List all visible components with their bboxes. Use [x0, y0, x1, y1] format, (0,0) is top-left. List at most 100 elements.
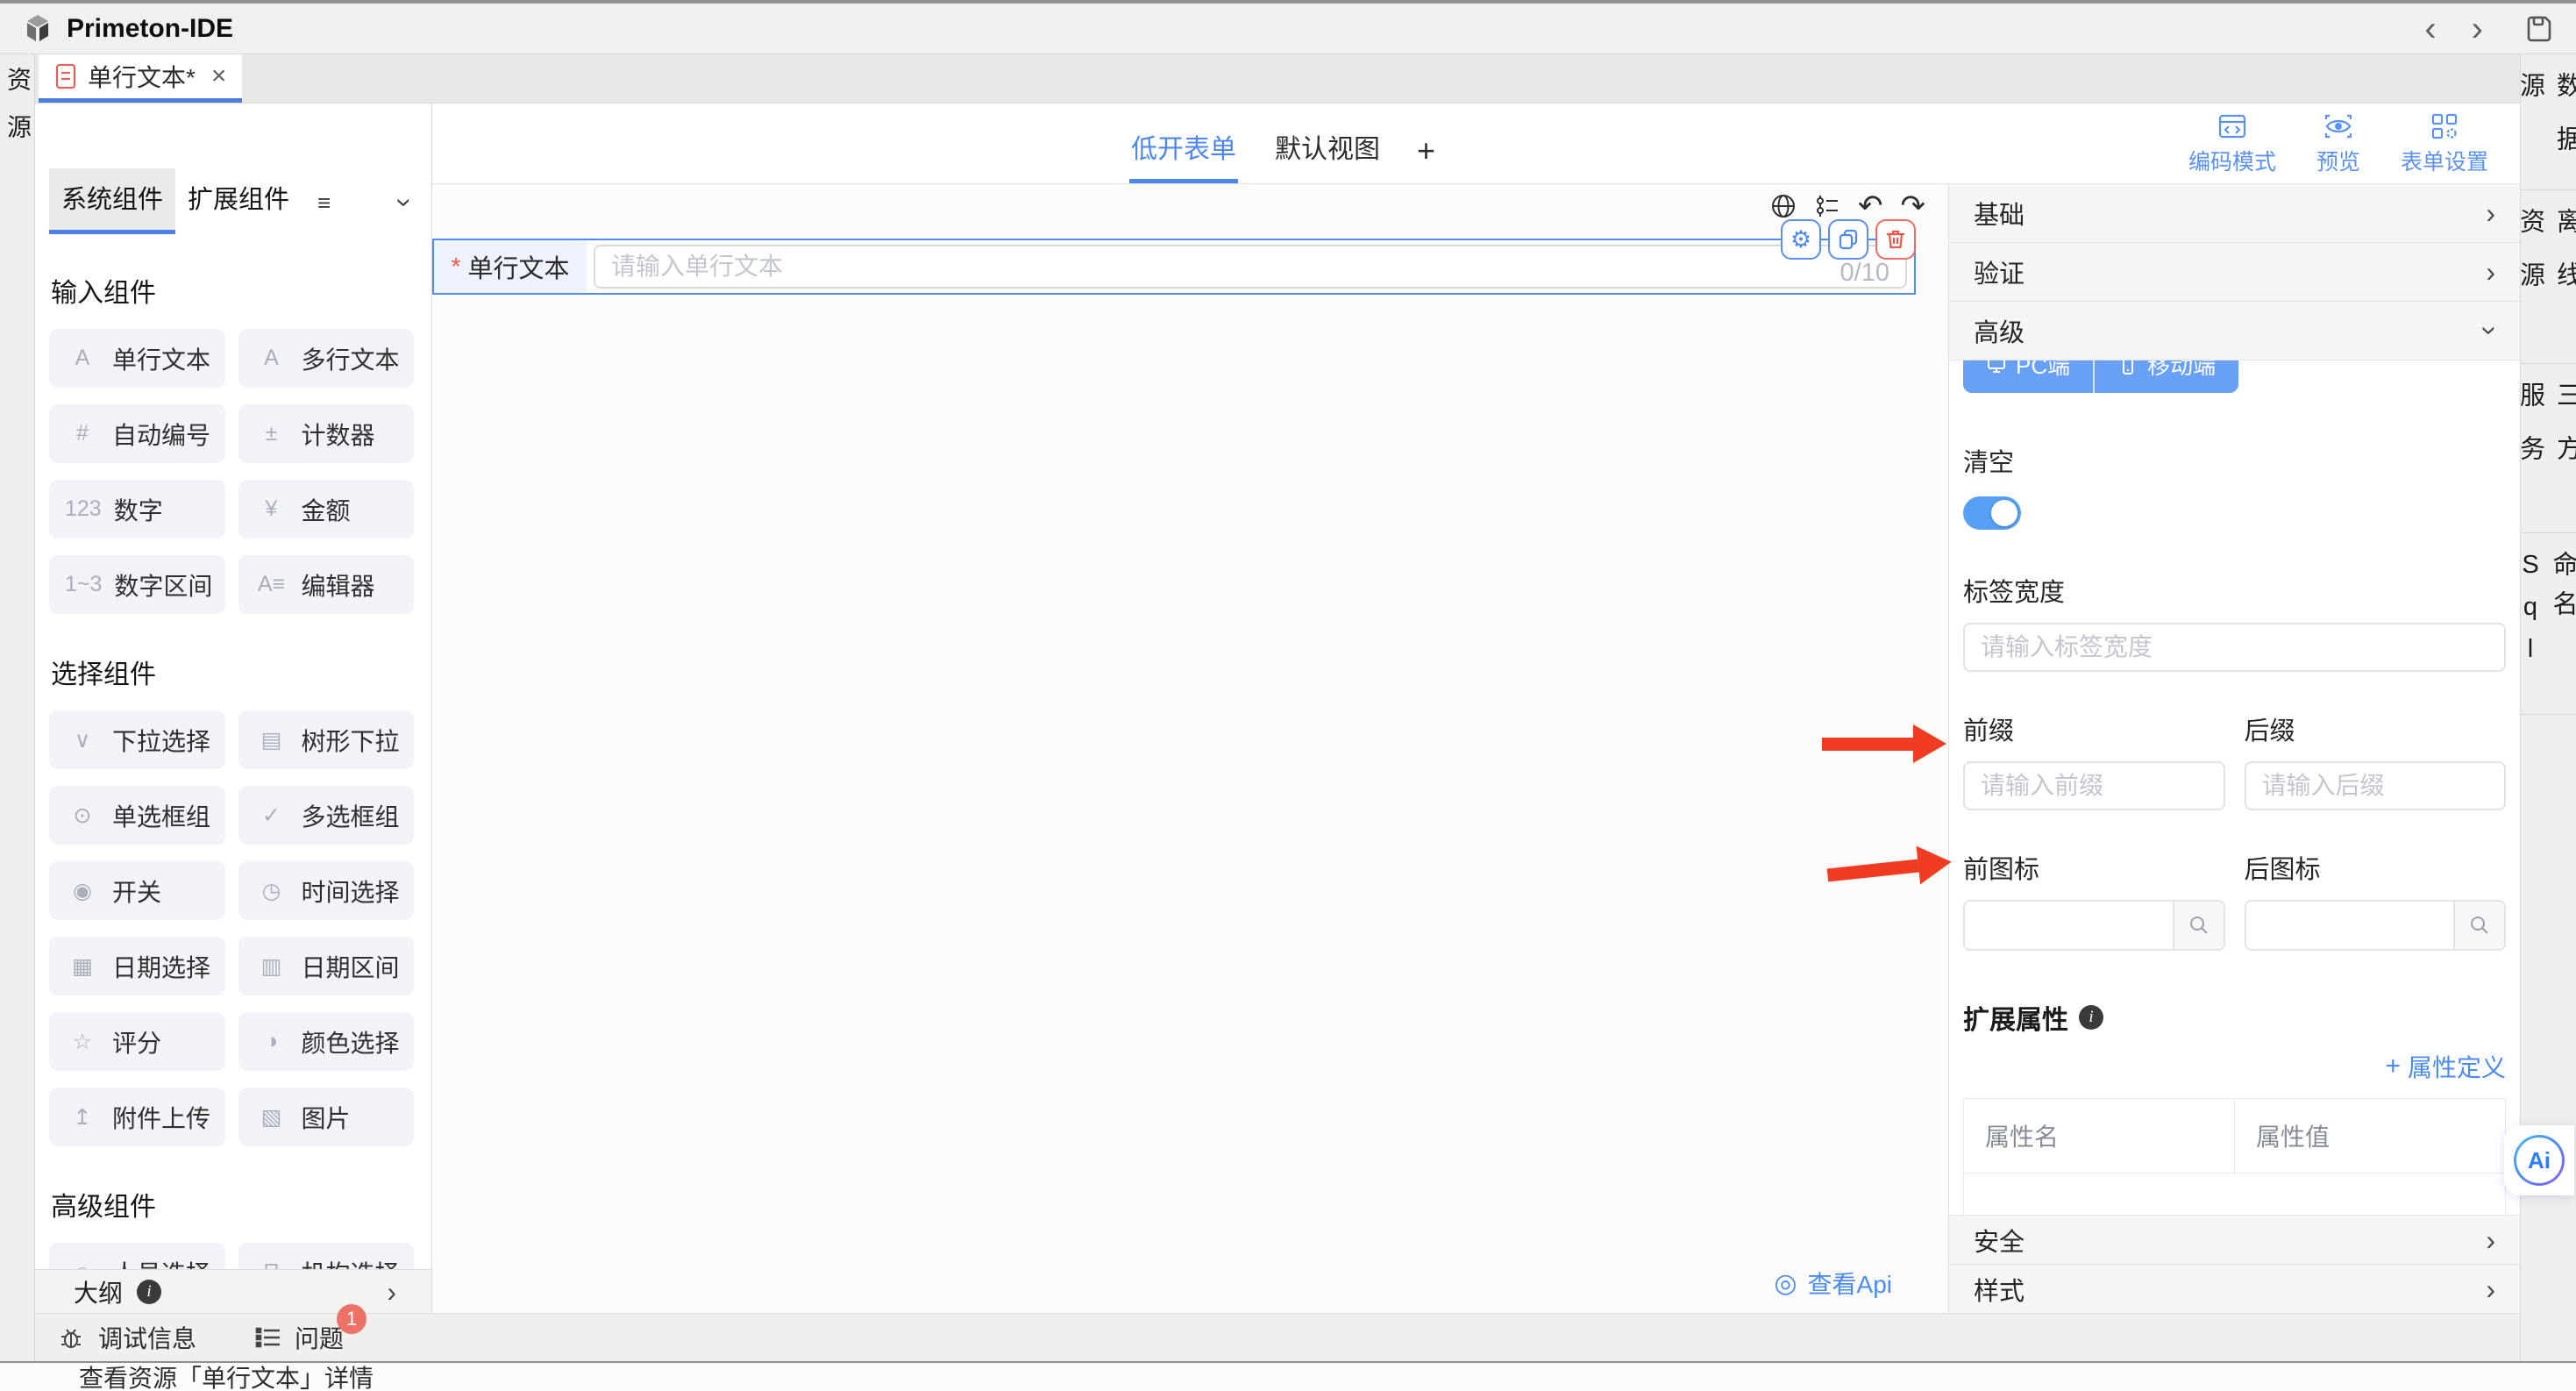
tab-default-view[interactable]: 默认视图 — [1273, 127, 1382, 183]
nav-forward-icon[interactable]: › — [2454, 11, 2501, 46]
component-date-picker[interactable]: ▦日期选择 — [49, 937, 225, 995]
component-number-range[interactable]: 1~3数字区间 — [49, 555, 225, 614]
outline-expand-icon[interactable]: › — [387, 1278, 396, 1306]
form-canvas[interactable]: ↶ ↷ * 单行文本 0/10 — [432, 184, 1948, 1313]
outline-steps-icon[interactable] — [1814, 193, 1840, 219]
i18n-globe-icon[interactable] — [1770, 193, 1797, 219]
icon-pickers-row: 前图标 — [1963, 849, 2506, 951]
redo-icon[interactable]: ↷ — [1901, 191, 1926, 221]
component-list-view-icon[interactable]: ≡ — [317, 189, 331, 217]
tab-system-components[interactable]: 系统组件 — [49, 168, 175, 234]
field-delete-button[interactable] — [1875, 219, 1916, 260]
outline-bar[interactable]: 大纲 i › — [35, 1269, 431, 1313]
front-icon-label: 前图标 — [1963, 849, 2225, 886]
section-basic[interactable]: 基础 › — [1949, 184, 2520, 243]
section-advanced[interactable]: 高级 › — [1949, 302, 2520, 360]
view-api-eye-icon: ◎ — [1774, 1268, 1797, 1299]
component-image[interactable]: ▧图片 — [238, 1088, 415, 1146]
component-date-range[interactable]: ▥日期区间 — [238, 937, 415, 995]
component-person-select[interactable]: ○人员选择 — [49, 1243, 225, 1269]
preview-eye-icon — [2323, 112, 2354, 140]
properties-panel: 基础 › 验证 › 高级 › — [1948, 184, 2520, 1313]
component-number[interactable]: 123数字 — [49, 480, 225, 539]
select-components-grid: ∨下拉选择 ▤树形下拉 ⊙单选框组 ✓多选框组 ◉开关 ◷时间选择 ▦日期选择 … — [49, 710, 414, 1146]
component-radio-group[interactable]: ⊙单选框组 — [49, 786, 225, 845]
back-icon-input[interactable] — [2246, 902, 2454, 949]
issues-button[interactable]: 问题 1 — [254, 1320, 344, 1355]
field-settings-button[interactable]: ⚙ — [1781, 219, 1821, 260]
save-icon[interactable] — [2523, 13, 2555, 45]
front-icon-search-button[interactable] — [2173, 902, 2224, 949]
field-label-cell: * 单行文本 — [434, 240, 587, 293]
component-checkbox-group[interactable]: ✓多选框组 — [238, 786, 415, 845]
app-title: Primeton-IDE — [67, 14, 233, 44]
canvas-header: 低开表单 默认视图 + — [432, 103, 2520, 184]
empty-data-text: 暂无数据 — [1964, 1173, 2506, 1216]
front-icon-input[interactable] — [1965, 902, 2173, 949]
sidebar-item-third-party-services[interactable]: 三方服务 — [2521, 364, 2576, 533]
form-settings-icon — [2430, 112, 2459, 140]
component-time-picker[interactable]: ◷时间选择 — [238, 861, 415, 920]
component-multi-line-text[interactable]: A多行文本 — [238, 329, 415, 388]
ai-assistant-button[interactable]: Ai — [2504, 1125, 2574, 1195]
component-panel: 系统组件 扩展组件 ≡ › 输入组件 A单行文本 A多行文本 #自动编号 ±计数… — [35, 103, 432, 1313]
attr-value-header: 属性值 — [2235, 1099, 2506, 1173]
tab-extension-components[interactable]: 扩展组件 — [175, 168, 302, 234]
component-rating[interactable]: ☆评分 — [49, 1012, 225, 1071]
add-view-button[interactable]: + — [1417, 132, 1435, 183]
sidebar-item-offline-resources[interactable]: 离线资源 — [2521, 190, 2576, 364]
advanced-section-body: PC端 移动端 — [1949, 360, 2520, 1215]
canvas-and-props: ↶ ↷ * 单行文本 0/10 — [432, 184, 2520, 1313]
prefix-input[interactable] — [1963, 761, 2225, 810]
debug-info-button[interactable]: 调试信息 — [58, 1320, 196, 1355]
field-copy-button[interactable] — [1828, 219, 1868, 260]
component-org-select[interactable]: 品机构选择 — [238, 1243, 415, 1269]
preview-button[interactable]: 预览 — [2316, 112, 2360, 176]
nav-back-icon[interactable]: ‹ — [2407, 11, 2453, 46]
debug-bar: 调试信息 问题 1 — [35, 1313, 2520, 1361]
file-tab-single-line-text[interactable]: 单行文本* × — [39, 54, 242, 103]
component-editor[interactable]: A≡编辑器 — [238, 555, 415, 614]
section-validation[interactable]: 验证 › — [1949, 243, 2520, 302]
component-single-line-text[interactable]: A单行文本 — [49, 329, 225, 388]
close-tab-icon[interactable]: × — [211, 61, 227, 91]
view-api-link[interactable]: ◎ 查看Api — [1774, 1266, 1892, 1301]
form-settings-button[interactable]: 表单设置 — [2401, 112, 2488, 176]
component-counter[interactable]: ±计数器 — [238, 404, 415, 463]
tab-lowcode-form[interactable]: 低开表单 — [1129, 127, 1238, 183]
section-style[interactable]: 样式 › — [1949, 1264, 2520, 1313]
device-mobile-button[interactable]: 移动端 — [2093, 360, 2238, 393]
char-counter: 0/10 — [1840, 259, 1889, 288]
undo-icon[interactable]: ↶ — [1858, 191, 1883, 221]
single-line-text-icon: A — [65, 346, 100, 371]
suffix-input[interactable] — [2245, 761, 2507, 810]
single-line-text-input[interactable] — [594, 245, 1907, 289]
component-panel-tabs: 系统组件 扩展组件 ≡ › — [35, 168, 431, 234]
sidebar-item-resources[interactable]: 资源 — [0, 67, 35, 161]
component-amount[interactable]: ¥金额 — [238, 480, 415, 539]
device-pc-button[interactable]: PC端 — [1963, 360, 2093, 393]
prefix-suffix-row: 前缀 后缀 — [1963, 710, 2506, 810]
view-tabs: 低开表单 默认视图 + — [1129, 127, 1435, 183]
sidebar-item-datasource[interactable]: 数据源 — [2521, 54, 2576, 190]
code-mode-button[interactable]: 编码模式 — [2188, 112, 2276, 176]
prefix-label: 前缀 — [1963, 710, 2225, 747]
status-bar: 查看资源「单行文本」详情 — [0, 1361, 2576, 1391]
component-color-picker[interactable]: ◑颜色选择 — [238, 1012, 415, 1071]
canvas-toolbar: ↶ ↷ — [1770, 191, 1925, 221]
attr-define-link[interactable]: + 属性定义 — [2385, 1049, 2506, 1084]
collapse-panel-icon[interactable]: › — [401, 189, 410, 217]
component-switch[interactable]: ◉开关 — [49, 861, 225, 920]
component-tree-dropdown[interactable]: ▤树形下拉 — [238, 710, 415, 769]
component-attachment-upload[interactable]: ↥附件上传 — [49, 1088, 225, 1146]
label-width-input[interactable] — [1963, 623, 2506, 672]
back-icon-search-button[interactable] — [2453, 902, 2504, 949]
section-security[interactable]: 安全 › — [1949, 1215, 2520, 1264]
image-icon: ▧ — [254, 1104, 289, 1131]
component-dropdown-select[interactable]: ∨下拉选择 — [49, 710, 225, 769]
component-auto-number[interactable]: #自动编号 — [49, 404, 225, 463]
selected-field-single-line-text[interactable]: * 单行文本 0/10 ⚙ — [432, 239, 1916, 295]
clear-toggle-on[interactable] — [1963, 496, 2021, 530]
sidebar-item-named-sql[interactable]: 命名Sql — [2521, 533, 2576, 715]
required-asterisk: * — [452, 253, 461, 281]
